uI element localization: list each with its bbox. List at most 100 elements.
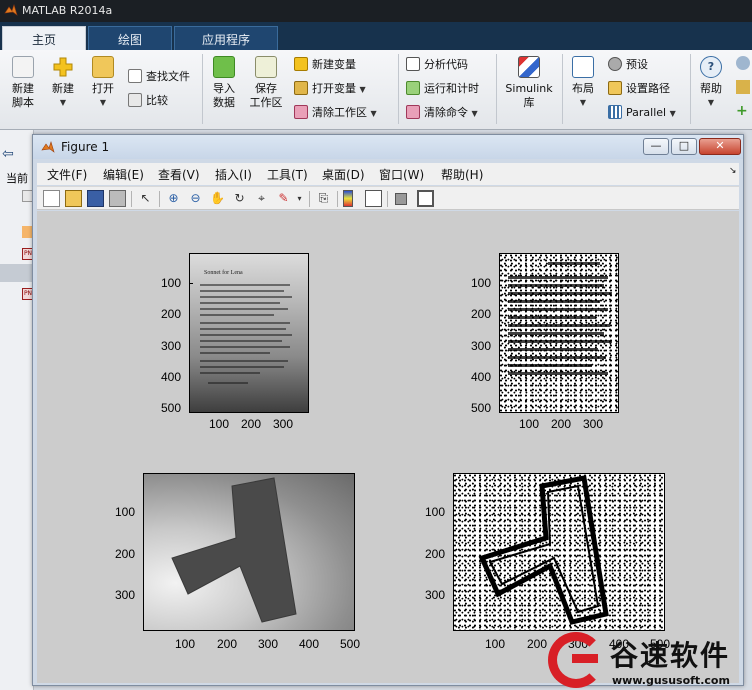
back-arrow-icon[interactable]: ⇦ — [2, 146, 14, 162]
minimize-button[interactable]: — — [643, 138, 669, 155]
figure-title: Figure 1 — [61, 140, 110, 154]
set-path-button[interactable]: 设置路径 — [608, 80, 670, 98]
figure-menu-bar: 文件(F) 编辑(E) 查看(V) 插入(I) 工具(T) 桌面(D) 窗口(W… — [37, 163, 739, 185]
text-line — [200, 328, 286, 330]
menu-view[interactable]: 查看(V) — [158, 166, 200, 183]
x-tick-label: 300 — [583, 417, 604, 431]
analyze-code-button[interactable]: 分析代码 — [406, 56, 468, 74]
maximize-button[interactable]: □ — [671, 138, 697, 155]
text-line — [200, 334, 292, 336]
text-line — [200, 284, 290, 286]
text-line — [508, 372, 608, 375]
new-label: 新建 — [52, 82, 74, 95]
new-button[interactable]: 新建 ▼ — [46, 56, 80, 110]
y-tick-label: 200 — [471, 307, 492, 321]
request-support-icon[interactable] — [736, 80, 750, 94]
text-line — [508, 292, 612, 295]
zoom-in-icon[interactable]: ⊕ — [165, 190, 182, 207]
simulink-library-button[interactable]: Simulink 库 — [502, 56, 556, 110]
save-workspace-button[interactable]: 保存 工作区 — [246, 56, 286, 110]
pointer-icon[interactable]: ↖ — [137, 190, 154, 207]
x-tick-label: 200 — [551, 417, 572, 431]
zoom-out-icon[interactable]: ⊖ — [187, 190, 204, 207]
clear-workspace-button[interactable]: 清除工作区 ▼ — [294, 104, 377, 122]
print-icon[interactable] — [109, 190, 126, 207]
text-line — [200, 314, 274, 316]
tab-plots[interactable]: 绘图 — [88, 26, 172, 50]
toolbar-divider — [337, 191, 338, 207]
help-button[interactable]: ? 帮助 ▼ — [694, 56, 728, 110]
open-variable-icon — [294, 81, 308, 95]
text-line — [508, 276, 608, 279]
open-variable-button[interactable]: 打开变量 ▼ — [294, 80, 366, 98]
new-figure-icon[interactable] — [43, 190, 60, 207]
tab-apps[interactable]: 应用程序 — [174, 26, 278, 50]
ribbon-divider — [690, 54, 691, 124]
dock-arrow-icon[interactable]: ↘ — [729, 166, 737, 176]
menu-help[interactable]: 帮助(H) — [441, 166, 483, 183]
show-plot-tools-icon[interactable] — [417, 190, 434, 207]
open-button[interactable]: 打开 ▼ — [86, 56, 120, 110]
x-tick-label: 400 — [299, 637, 320, 651]
chevron-down-icon: ▼ — [579, 98, 587, 107]
menu-insert[interactable]: 插入(I) — [215, 166, 252, 183]
chevron-down-icon[interactable]: ▾ — [291, 190, 308, 207]
watermark-url: www.gususoft.com — [612, 674, 730, 687]
save-workspace-label: 保存 工作区 — [249, 82, 283, 109]
chevron-down-icon: ▼ — [359, 85, 366, 94]
clear-commands-button[interactable]: 清除命令 ▼ — [406, 104, 478, 122]
toolbar-divider — [159, 191, 160, 207]
new-variable-button[interactable]: 新建变量 — [294, 56, 356, 74]
legend-icon[interactable] — [365, 190, 382, 207]
hide-plot-tools-icon[interactable] — [395, 193, 407, 205]
save-icon[interactable] — [87, 190, 104, 207]
chevron-down-icon: ▼ — [669, 109, 676, 118]
open-file-icon[interactable] — [65, 190, 82, 207]
brush-icon[interactable]: ✎ — [275, 190, 292, 207]
ribbon-toolstrip: 新建 脚本 新建 ▼ 打开 ▼ 查找文件 比较 导入 数据 保存 工作区 新建变… — [0, 50, 752, 130]
menu-file[interactable]: 文件(F) — [47, 166, 87, 183]
axes-top-left-document-image[interactable]: Sonnet for Lena — [189, 253, 309, 413]
text-line — [200, 302, 280, 304]
menu-tools[interactable]: 工具(T) — [267, 166, 308, 183]
tab-home[interactable]: 主页 — [2, 26, 86, 50]
axes-bottom-left-t-shape-image[interactable] — [143, 473, 355, 631]
new-script-button[interactable]: 新建 脚本 — [4, 56, 42, 110]
menu-desktop[interactable]: 桌面(D) — [322, 166, 365, 183]
import-data-button[interactable]: 导入 数据 — [206, 56, 242, 110]
selected-file-row[interactable] — [0, 264, 34, 282]
community-icon[interactable] — [736, 56, 750, 70]
colorbar-icon[interactable] — [343, 190, 353, 207]
y-tick-label: 200 — [161, 307, 182, 321]
gususoft-logo-bar — [572, 654, 598, 663]
menu-window[interactable]: 窗口(W) — [379, 166, 424, 183]
y-tick — [189, 283, 193, 284]
add-ons-icon[interactable]: + — [736, 104, 750, 118]
x-tick-label: 100 — [175, 637, 196, 651]
menu-edit[interactable]: 编辑(E) — [103, 166, 144, 183]
rotate-3d-icon[interactable]: ↻ — [231, 190, 248, 207]
run-and-time-button[interactable]: 运行和计时 — [406, 80, 479, 98]
text-line — [200, 360, 288, 362]
text-line — [200, 308, 288, 310]
compare-button[interactable]: 比较 — [128, 92, 168, 110]
layout-label: 布局 — [572, 82, 594, 95]
toolbar-divider — [309, 191, 310, 207]
parallel-button[interactable]: Parallel ▼ — [608, 104, 676, 122]
find-files-button[interactable]: 查找文件 — [128, 68, 190, 86]
preferences-button[interactable]: 预设 — [608, 56, 648, 74]
document-title: Sonnet for Lena — [204, 270, 243, 276]
close-button[interactable]: ✕ — [699, 138, 741, 155]
text-line — [508, 324, 610, 327]
axes-top-right-binary-document[interactable] — [499, 253, 619, 413]
ribbon-divider — [496, 54, 497, 124]
compare-label: 比较 — [146, 94, 168, 107]
clear-workspace-label: 清除工作区 — [312, 106, 367, 119]
y-tick-label: 300 — [471, 339, 492, 353]
link-plot-icon[interactable]: ⎘ — [315, 190, 332, 207]
data-cursor-icon[interactable]: ⌖ — [253, 190, 270, 207]
layout-button[interactable]: 布局 ▼ — [566, 56, 600, 110]
axes-bottom-right-binary-t-shape[interactable] — [453, 473, 665, 631]
layout-grid-icon — [572, 56, 594, 78]
pan-icon[interactable]: ✋ — [209, 190, 226, 207]
